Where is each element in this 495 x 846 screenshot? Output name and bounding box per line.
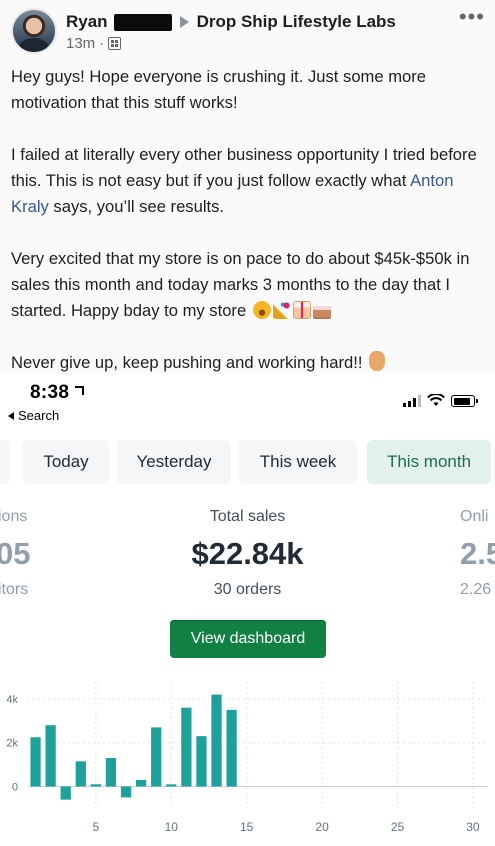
view-dashboard-button[interactable]: View dashboard [170, 620, 326, 658]
back-arrow-icon [8, 411, 14, 420]
metric-right-value: 2.5 [460, 536, 495, 571]
redacted-last-name [113, 13, 172, 31]
cellular-signal-icon [403, 395, 421, 407]
arrow-right-icon [179, 16, 189, 28]
avatar-figure [19, 38, 49, 52]
chart-bar [181, 707, 192, 787]
chart-bar [166, 784, 177, 787]
daily-sales-bar-chart: 0 2k 4k 5 10 15 20 25 30 [6, 682, 488, 834]
total-sales-value: $22.84k [191, 536, 304, 571]
chart-bar [75, 761, 86, 787]
x-tick-label: 25 [391, 820, 405, 834]
tab-today[interactable]: Today [23, 440, 109, 484]
facebook-post: Ryan Drop Ship Lifestyle Labs 13m · ••• … [0, 0, 495, 372]
chart-bar [196, 736, 207, 787]
x-tick-label: 20 [315, 820, 329, 834]
chart-bar [151, 727, 162, 787]
metric-right-label: Onli [460, 508, 489, 525]
post-text: I failed at literally every other busine… [11, 145, 477, 190]
post-paragraph: Hey guys! Hope everyone is crushing it. … [11, 67, 427, 112]
tab-yesterday[interactable]: Yesterday [117, 440, 231, 484]
chart-bar [211, 694, 222, 787]
total-sales-label: Total sales [209, 508, 286, 525]
battery-icon [451, 395, 478, 407]
meta-separator: · [99, 35, 105, 52]
birthday-cake-icon [312, 301, 331, 319]
status-icons [403, 394, 478, 407]
post-text: Very excited that my store is on pace to… [11, 249, 470, 320]
post-text: says, you’ll see results. [48, 197, 225, 216]
post-body: Hey guys! Hope everyone is crushing it. … [11, 64, 487, 402]
back-to-search[interactable]: Search [8, 408, 59, 423]
y-tick-label: 0 [12, 781, 18, 793]
sales-metrics: ions 05 itors Total sales $22.84k 30 ord… [0, 508, 495, 608]
post-paragraph: I failed at literally every other busine… [11, 142, 487, 220]
x-tick-label: 10 [165, 820, 179, 834]
chart-bar [226, 709, 237, 787]
back-label: Search [18, 408, 60, 423]
total-orders: 30 orders [213, 581, 282, 598]
metric-right-sub: 2.26 [460, 581, 492, 598]
location-arrow-icon [75, 386, 85, 395]
chart-bar [45, 725, 56, 787]
post-meta: 13m · [66, 35, 122, 52]
wifi-icon [427, 394, 445, 406]
x-tick-label: 15 [240, 820, 254, 834]
phone-screenshot: 8:38 Search Today Yesterday This week Th… [0, 372, 495, 846]
author-avatar[interactable] [11, 8, 57, 54]
chart-bar [120, 786, 132, 798]
status-bar-time: 8:38 [30, 382, 85, 404]
group-name-link[interactable]: Drop Ship Lifestyle Labs [197, 12, 396, 32]
post-timestamp[interactable]: 13m [66, 35, 95, 52]
time-text: 8:38 [30, 382, 70, 403]
group-audience-icon [108, 37, 122, 50]
chart-bar [90, 784, 101, 787]
party-popper-icon [272, 301, 291, 319]
author-name[interactable]: Ryan [66, 12, 108, 32]
y-tick-label: 2k [6, 738, 18, 750]
gift-icon [292, 301, 311, 319]
rock-on-hand-icon [369, 351, 386, 371]
chart-bar [60, 786, 71, 800]
y-tick-label: 4k [6, 694, 18, 706]
post-header: Ryan Drop Ship Lifestyle Labs [66, 11, 396, 33]
tab-this-week[interactable]: This week [239, 440, 357, 484]
chart-bar [135, 779, 147, 787]
tab-this-month[interactable]: This month [367, 440, 491, 484]
x-tick-label: 30 [466, 820, 480, 834]
battery-level [453, 397, 470, 405]
laughing-face-icon [252, 301, 271, 319]
x-tick-label: 5 [93, 820, 100, 834]
chart-bar [30, 737, 41, 787]
post-text: Never give up, keep pushing and working … [11, 353, 363, 372]
date-range-tabs: Today Yesterday This week This month [0, 440, 495, 484]
post-paragraph: Very excited that my store is on pace to… [11, 246, 487, 324]
more-dots-icon[interactable]: ••• [459, 6, 485, 28]
chart-bar [105, 758, 117, 787]
tab-hidden[interactable] [0, 440, 10, 484]
